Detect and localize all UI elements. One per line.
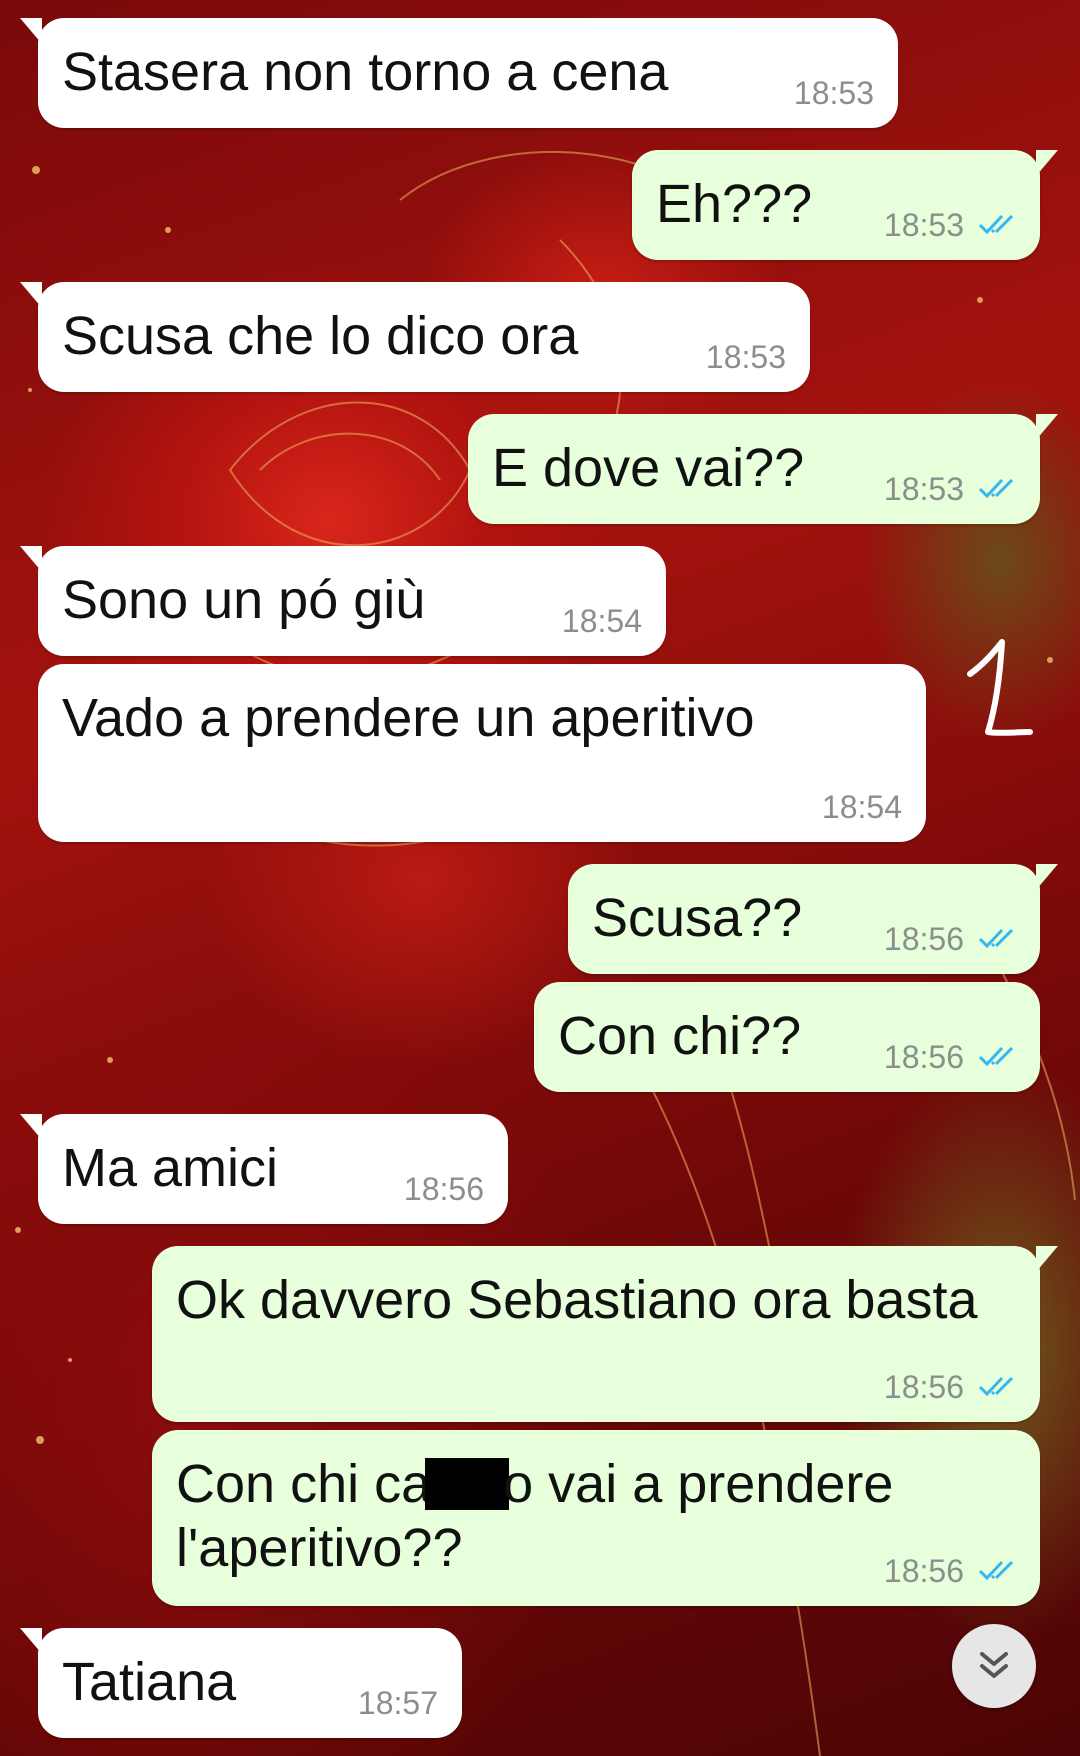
message-timestamp: 18:54	[561, 603, 642, 639]
message-text: Scusa??	[592, 888, 803, 948]
message-timestamp: 18:56	[883, 921, 964, 957]
message-bubble-outgoing[interactable]: Scusa?? 18:56	[568, 864, 1058, 974]
message-timestamp: 18:56	[883, 1369, 964, 1405]
double-check-icon	[978, 1046, 1014, 1067]
message-text: Con chi??	[558, 1006, 802, 1066]
message-bubble-outgoing[interactable]: E dove vai?? 18:53	[468, 414, 1058, 524]
scroll-to-bottom-button[interactable]	[952, 1624, 1036, 1708]
message-timestamp: 18:56	[883, 1039, 964, 1075]
message-text: Con chi ca o vai a prendere l'aperitivo??	[176, 1452, 893, 1580]
message-timestamp: 18:53	[793, 75, 874, 111]
message-text: Eh???	[656, 174, 813, 234]
message-text: Stasera non torno a cena	[62, 42, 669, 102]
message-text-part: o vai a prendere	[503, 1454, 894, 1514]
double-check-icon	[978, 214, 1014, 235]
message-bubble-outgoing[interactable]: Eh??? 18:53	[632, 150, 1058, 260]
message-timestamp: 18:56	[403, 1171, 484, 1207]
message-text-line2: l'aperitivo??	[176, 1518, 463, 1578]
message-timestamp: 18:53	[883, 471, 964, 507]
double-check-icon	[978, 1376, 1014, 1397]
double-check-icon	[978, 1560, 1014, 1581]
message-text: Tatiana	[62, 1652, 237, 1712]
message-text: Scusa che lo dico ora	[62, 306, 579, 366]
message-text: Sono un pó giù	[62, 570, 426, 630]
message-bubble-incoming[interactable]: Stasera non torno a cena 18:53	[20, 18, 898, 128]
message-timestamp: 18:54	[821, 789, 902, 825]
message-text: Ma amici	[62, 1138, 279, 1198]
message-bubble-outgoing[interactable]: Con chi ca o vai a prendere l'aperitivo?? …	[152, 1430, 1040, 1606]
handwritten-annotation	[967, 639, 1033, 736]
message-bubble-incoming[interactable]: Tatiana 18:57	[20, 1628, 462, 1738]
double-check-icon	[978, 928, 1014, 949]
message-timestamp: 18:57	[357, 1685, 438, 1721]
message-bubble-incoming[interactable]: Scusa che lo dico ora 18:53	[20, 282, 810, 392]
message-bubble-incoming[interactable]: Ma amici 18:56	[20, 1114, 508, 1224]
message-timestamp: 18:53	[705, 339, 786, 375]
redaction-block	[425, 1458, 510, 1510]
message-text-part: Con chi ca	[176, 1454, 432, 1514]
message-bubble-outgoing[interactable]: Ok davvero Sebastiano ora basta 18:56	[152, 1246, 1058, 1422]
message-bubble-incoming[interactable]: Vado a prendere un aperitivo 18:54	[38, 664, 926, 842]
message-text: Vado a prendere un aperitivo	[62, 688, 755, 748]
message-bubble-incoming[interactable]: Sono un pó giù 18:54	[20, 546, 666, 656]
message-timestamp: 18:56	[883, 1553, 964, 1589]
double-check-icon	[978, 478, 1014, 499]
message-bubble-outgoing[interactable]: Con chi?? 18:56	[534, 982, 1040, 1092]
message-timestamp: 18:53	[883, 207, 964, 243]
message-text: E dove vai??	[492, 438, 805, 498]
message-text: Ok davvero Sebastiano ora basta	[176, 1270, 978, 1330]
double-chevron-down-icon	[980, 1652, 1008, 1678]
